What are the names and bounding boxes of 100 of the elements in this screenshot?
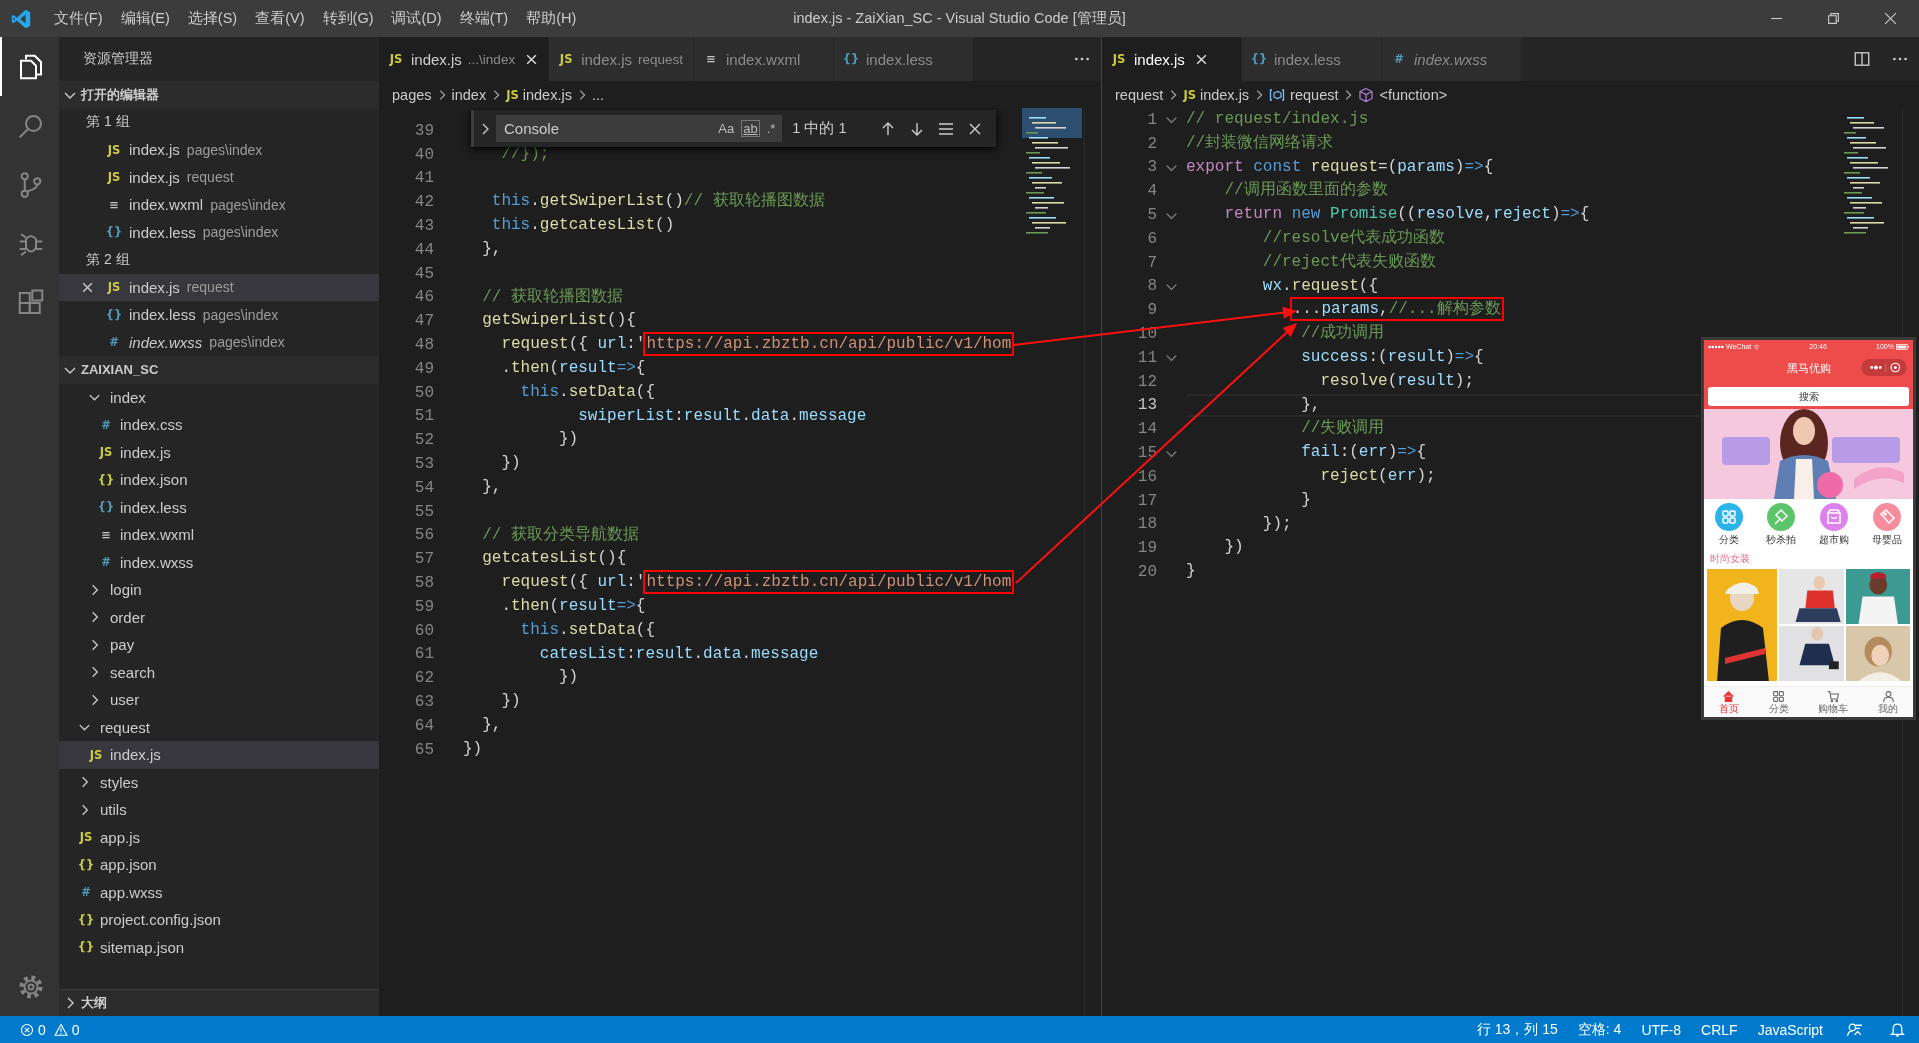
menu-item[interactable]: 查看(V) [246,9,314,28]
status-item[interactable]: UTF-8 [1631,1021,1692,1038]
code-line: this.setData({ [519,619,656,641]
line-number: 43 [413,217,434,236]
cart-icon [1826,690,1840,703]
file-item[interactable]: JS index.js request [59,273,379,301]
menu-item[interactable]: 编辑(E) [111,9,179,28]
status-item[interactable]: 行 13，列 15 [1466,1020,1568,1039]
close-icon[interactable] [525,52,539,66]
breadcrumb-item[interactable]: JS index.js [1183,86,1250,103]
folder-item[interactable]: utils [59,796,379,824]
file-item[interactable]: JS index.js [59,438,379,466]
section-header[interactable]: ZAIXIAN_SC [59,356,379,384]
search-field[interactable]: 搜索 [1708,386,1909,406]
file-item[interactable]: {} sitemap.json [59,933,379,961]
breadcrumb-item[interactable]: request [1290,86,1339,103]
folder-item[interactable]: pay [59,631,379,659]
menu-item[interactable]: 选择(S) [178,9,247,28]
menu-item[interactable]: 终端(T) [450,9,518,28]
nav-tab[interactable]: 购物车 [1818,690,1849,714]
search-option-toggle[interactable]: .* [766,121,776,136]
sidebar-title: 资源管理器 [83,50,153,68]
code-line: //封装微信网络请求 [1186,132,1334,154]
file-item[interactable]: {} index.less pages\index [59,218,379,246]
restore-icon[interactable] [1827,12,1840,25]
line-number: 7 [1146,253,1157,272]
section-header[interactable]: 打开的编辑器 [59,81,379,109]
status-item[interactable]: 空格: 4 [1567,1020,1632,1039]
feedback-icon[interactable] [1846,1021,1863,1038]
folder-item[interactable]: search [59,658,379,686]
file-item[interactable]: JS app.js [59,823,379,851]
file-item[interactable]: # index.css [59,411,379,439]
breadcrumb-item[interactable]: JS index.js [506,86,572,103]
search-option-toggle[interactable]: Aa [718,121,735,136]
menu-item[interactable]: 调试(D) [382,9,451,28]
code-line: }); [1261,513,1292,535]
line-number: 14 [1136,420,1157,439]
editor-tab[interactable]: JS index.js ...\index [379,37,550,81]
breadcrumb-item[interactable]: ... [591,86,604,103]
folder-item[interactable]: user [59,686,379,714]
menu-item[interactable]: 帮助(H) [517,9,586,28]
close-icon[interactable] [1194,52,1208,66]
breadcrumb-item[interactable]: request [1115,86,1164,103]
folder-item[interactable]: request [59,713,379,741]
menu-item[interactable]: 文件(F) [45,9,112,28]
file-item[interactable]: JS index.js [59,741,379,769]
folder-item[interactable]: styles [59,768,379,796]
file-item[interactable]: {} app.json [59,851,379,879]
line-number: 5 [1146,206,1157,225]
file-item[interactable]: {} index.json [59,466,379,494]
folder-item[interactable]: login [59,576,379,604]
editor-tab[interactable]: JS index.js request [549,37,695,81]
code-line: }) [558,429,579,451]
problem-count: 0 [71,1021,80,1038]
file-item[interactable]: # index.wxss [59,548,379,576]
breadcrumb-item[interactable]: pages [392,86,432,103]
grid-icon [1772,690,1786,703]
close-icon[interactable] [1884,12,1897,25]
search-option-toggle[interactable]: ab [741,120,760,137]
folder-item[interactable]: order [59,603,379,631]
line-number: 9 [1146,301,1157,320]
find-field[interactable]: Console Aa ab .* [495,115,783,142]
nav-tab[interactable]: 首页 [1718,690,1739,714]
editor-tab[interactable]: ≡ index.wxml [694,37,835,81]
status-item[interactable]: JavaScript [1747,1021,1833,1038]
file-item[interactable]: {} project.config.json [59,906,379,934]
nav-tab[interactable]: 分类 [1768,690,1789,714]
breadcrumb-item[interactable]: <function> [1379,86,1448,103]
close-icon[interactable] [81,280,94,294]
bell-icon[interactable] [1889,1021,1906,1038]
line-number: 20 [1136,563,1157,582]
status-item[interactable]: CRLF [1691,1021,1748,1038]
menu-item[interactable]: 转到(G) [313,9,383,28]
file-item[interactable]: {} index.less pages\index [59,301,379,329]
nav-tab[interactable]: 我的 [1878,690,1899,714]
editor-tab[interactable]: {} index.less [1242,37,1382,81]
problems-indicator[interactable]: 0 0 [0,1016,94,1043]
line-number: 49 [413,359,434,378]
file-item[interactable]: # app.wxss [59,878,379,906]
section-header[interactable]: 大纲 [59,989,379,1016]
file-item[interactable]: # index.wxss pages\index [59,328,379,356]
file-item[interactable]: JS index.js request [59,163,379,191]
capsule-button[interactable] [1861,359,1907,376]
line-number: 64 [413,716,434,735]
line-number: 52 [413,431,434,450]
file-item[interactable]: ≡ index.wxml pages\index [59,191,379,219]
wifi-icon [1753,343,1761,350]
line-number: 18 [1136,515,1157,534]
file-item[interactable]: {} index.less [59,493,379,521]
editor-tab[interactable]: # index.wxss [1382,37,1522,81]
editor-tab[interactable]: JS index.js [1102,37,1242,81]
line-number: 41 [413,169,434,188]
selection-lines-icon[interactable] [938,120,955,137]
file-item[interactable]: JS index.js pages\index [59,136,379,164]
editor-tab[interactable]: {} index.less [834,37,975,81]
breadcrumb-item[interactable]: index [451,86,487,103]
folder-item[interactable]: index [59,383,379,411]
split-editor-icon[interactable] [1853,50,1871,68]
line-number: 47 [413,312,434,331]
file-item[interactable]: ≡ index.wxml [59,521,379,549]
